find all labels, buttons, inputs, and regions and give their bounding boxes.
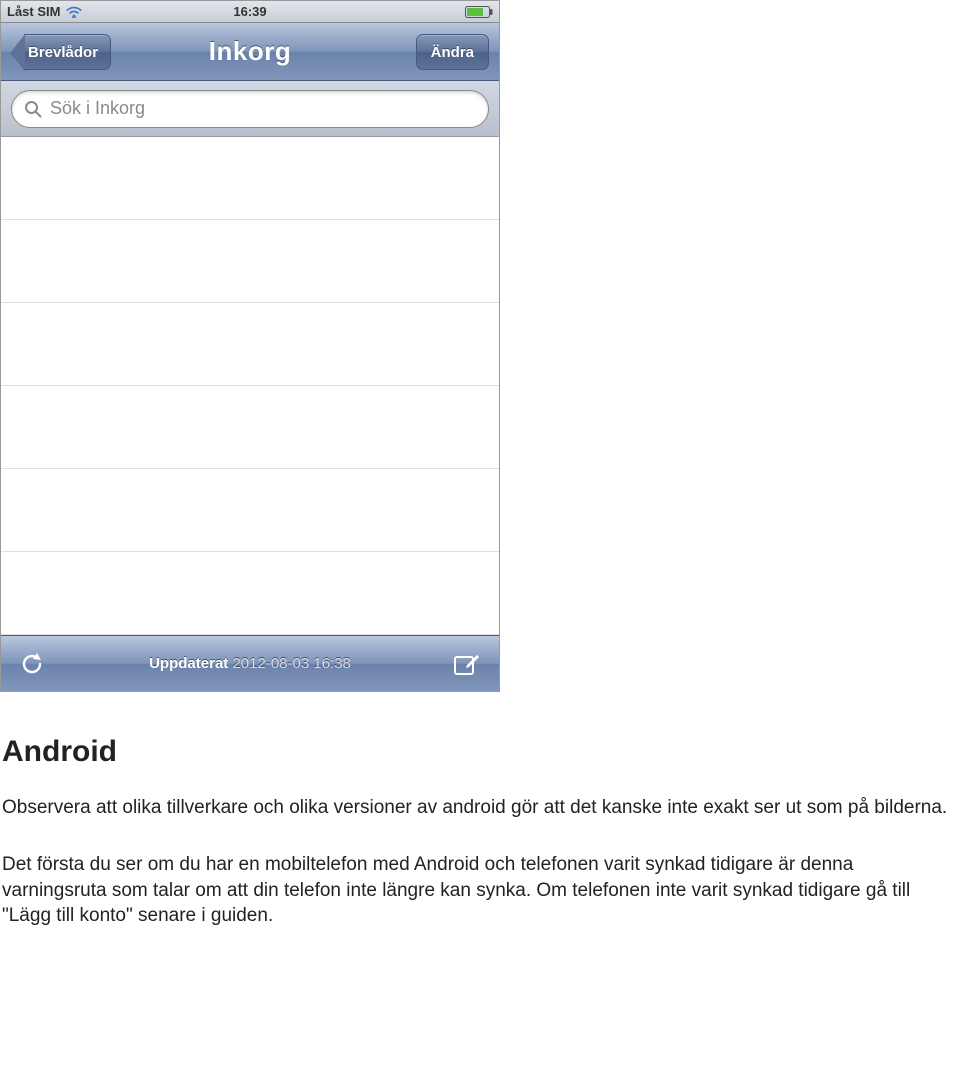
list-item[interactable] xyxy=(1,137,499,220)
clock: 16:39 xyxy=(233,4,266,19)
edit-button[interactable]: Ändra xyxy=(416,34,489,70)
list-item[interactable] xyxy=(1,220,499,303)
doc-paragraph: Det första du ser om du har en mobiltele… xyxy=(2,852,958,929)
nav-bar: Brevlådor Inkorg Ändra xyxy=(1,23,499,81)
doc-paragraph: Observera att olika tillverkare och olik… xyxy=(2,795,958,821)
list-item[interactable] xyxy=(1,552,499,635)
compose-icon[interactable] xyxy=(453,651,481,677)
refresh-icon[interactable] xyxy=(19,651,45,677)
wifi-icon xyxy=(66,6,82,18)
status-bar: Låst SIM 16:39 xyxy=(1,1,499,23)
carrier-label: Låst SIM xyxy=(7,4,60,19)
mail-list xyxy=(1,137,499,635)
status-timestamp: 2012-08-03 16:38 xyxy=(232,655,350,672)
list-item[interactable] xyxy=(1,386,499,469)
phone-screenshot: Låst SIM 16:39 Brevlådor Inkorg Ändra xyxy=(0,0,500,692)
search-placeholder: Sök i Inkorg xyxy=(50,98,145,119)
page-title: Inkorg xyxy=(209,36,291,67)
status-text: Uppdaterat 2012-08-03 16:38 xyxy=(149,655,351,672)
list-item[interactable] xyxy=(1,469,499,552)
doc-heading: Android xyxy=(2,732,958,773)
list-item[interactable] xyxy=(1,303,499,386)
search-icon xyxy=(24,100,42,118)
bottom-toolbar: Uppdaterat 2012-08-03 16:38 xyxy=(1,635,499,691)
status-label: Uppdaterat xyxy=(149,655,228,672)
search-input[interactable]: Sök i Inkorg xyxy=(11,90,489,128)
back-button[interactable]: Brevlådor xyxy=(11,34,111,70)
battery-icon xyxy=(465,6,493,18)
search-bar: Sök i Inkorg xyxy=(1,81,499,137)
back-button-label: Brevlådor xyxy=(24,34,111,70)
document-body: Android Observera att olika tillverkare … xyxy=(0,692,960,929)
